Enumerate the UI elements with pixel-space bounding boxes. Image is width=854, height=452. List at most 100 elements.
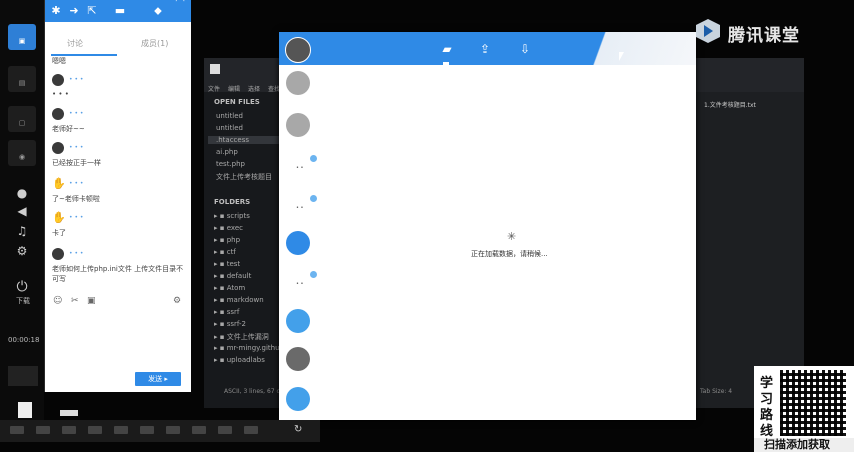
contact-avatar[interactable] [286, 113, 310, 137]
raise-hand-icon: ✋ [52, 177, 66, 190]
active-tab-indicator [443, 62, 449, 65]
contact-avatar[interactable] [286, 231, 310, 255]
msg-sender: • • • [69, 180, 84, 187]
camera-button[interactable]: ◉ [8, 140, 36, 166]
contact-avatar[interactable]: • • [286, 195, 317, 219]
taskbar-item[interactable] [36, 426, 50, 434]
taskbar-item[interactable] [114, 426, 128, 434]
app-icon [210, 64, 220, 74]
chat-message: 老师如何上传php.ini文件 上传文件目录不可写 [52, 265, 184, 283]
chat-title-bar: ✱ ➜ ⇱ ▬ ⬥ ◠ [45, 0, 191, 22]
contact-avatar[interactable]: • • [286, 271, 317, 295]
window-button[interactable]: ▢ [8, 106, 36, 132]
arrow-right-icon[interactable]: ➜ [67, 4, 81, 18]
open-file[interactable]: untitled [216, 112, 243, 120]
camera-icon: ◉ [18, 153, 26, 161]
chat-message: 了~老师卡顿啦 [52, 195, 100, 203]
open-file-active[interactable]: .htaccess [208, 136, 286, 144]
folder-item[interactable]: ▸ ▪ uploadlabs [214, 356, 265, 364]
brand-name: 腾讯课堂 [728, 26, 800, 46]
minimize-icon[interactable]: ▬ [113, 4, 127, 18]
file-dialog: ▰ ⇪ ⇩ • • • • • • ✳ 正在加载数据，请稍候... [279, 32, 696, 420]
folder-item[interactable]: ▸ ▪ 文件上传漏洞 [214, 332, 269, 342]
loading-text: 正在加载数据，请稍候... [471, 250, 548, 258]
msg-sender: • • • [69, 214, 84, 221]
taskbar-item[interactable] [218, 426, 232, 434]
pin-icon[interactable]: ⬥ [151, 4, 165, 18]
rail-footer-button[interactable] [8, 366, 38, 386]
chat-message: 卡了 [52, 229, 66, 237]
folder-item[interactable]: ▸ ▪ ctf [214, 248, 236, 256]
share-screen-button[interactable]: ▣ [8, 24, 36, 50]
external-icon[interactable]: ⇱ [85, 4, 99, 18]
folder-item[interactable]: ▸ ▪ ssrf [214, 308, 239, 316]
contact-list: • • • • • • [279, 65, 317, 420]
folder-item[interactable]: ▸ ▪ exec [214, 224, 243, 232]
desktop-file-icon[interactable] [18, 402, 32, 418]
open-file[interactable]: untitled [216, 124, 243, 132]
play-icon [704, 25, 713, 37]
folder-icon[interactable]: ▰ [439, 41, 455, 57]
taskbar-item[interactable] [62, 426, 76, 434]
chat-message: 嗯嗯 [52, 57, 66, 65]
image-icon[interactable]: ▣ [87, 296, 96, 306]
folder-item[interactable]: ▸ ▪ ssrf-2 [214, 320, 246, 328]
contact-avatar[interactable] [286, 347, 310, 371]
folder-item[interactable]: ▸ ▪ Atom [214, 284, 245, 292]
taskbar-item[interactable] [140, 426, 154, 434]
msg-sender: • • • [69, 144, 84, 151]
gear-icon[interactable]: ✱ [49, 4, 63, 18]
refresh-icon[interactable]: ↻ [294, 424, 302, 435]
speaker-icon[interactable]: ◀ [15, 204, 29, 218]
tab-size-indicator[interactable]: Tab Size: 4 [700, 388, 732, 395]
scissors-icon[interactable]: ✂ [71, 296, 79, 306]
tab-discussion[interactable]: 讨论 [67, 38, 83, 49]
folders-title: FOLDERS [214, 198, 251, 206]
desktop-label [60, 410, 78, 416]
taskbar-item[interactable] [10, 426, 24, 434]
close-icon[interactable]: ◠ [173, 0, 187, 8]
open-file[interactable]: ai.php [216, 148, 238, 156]
power-icon[interactable]: ⏻ [15, 280, 29, 294]
mic-icon[interactable]: ● [15, 186, 29, 200]
contact-avatar[interactable] [286, 309, 310, 333]
open-file[interactable]: test.php [216, 160, 245, 168]
editor-tab[interactable]: 1.文件考核题目.txt [704, 100, 756, 109]
taskbar-item[interactable] [192, 426, 206, 434]
avatar [52, 108, 64, 120]
music-icon[interactable]: ♫ [15, 224, 29, 238]
folder-item[interactable]: ▸ ▪ default [214, 272, 251, 280]
send-button[interactable]: 发送 ▸ [135, 372, 181, 386]
taskbar-item[interactable] [88, 426, 102, 434]
taskbar-item[interactable] [244, 426, 258, 434]
class-timer: 00:00:18 [8, 336, 40, 344]
open-file[interactable]: 文件上传考核题目 [216, 172, 272, 182]
folder-item[interactable]: ▸ ▪ scripts [214, 212, 250, 220]
folder-item[interactable]: ▸ ▪ test [214, 260, 240, 268]
tab-members[interactable]: 成员(1) [141, 38, 168, 49]
settings-icon[interactable]: ⚙ [15, 244, 29, 258]
loading-spinner-icon: ✳ [507, 230, 517, 243]
contact-avatar[interactable] [286, 387, 310, 411]
emoji-icon[interactable]: ☺ [53, 296, 62, 306]
download-label: 下载 [16, 297, 30, 305]
chat-message: 老师好~~ [52, 125, 85, 133]
upload-icon[interactable]: ⇪ [477, 41, 493, 57]
ppt-icon: ▤ [18, 79, 26, 87]
taskbar-item[interactable] [166, 426, 180, 434]
chat-message: 已经按正手一样 [52, 159, 101, 167]
folder-item[interactable]: ▸ ▪ php [214, 236, 240, 244]
contact-avatar[interactable] [286, 71, 310, 95]
avatar [52, 74, 64, 86]
chat-input[interactable] [45, 310, 191, 366]
contact-avatar[interactable]: • • [286, 155, 317, 179]
download-icon[interactable]: ⇩ [517, 41, 533, 57]
settings-small-icon[interactable]: ⚙ [173, 296, 181, 306]
msg-sender: • • • [69, 250, 84, 257]
left-rail: ▣ ▤ ▢ ◉ ● ◀ ♫ ⚙ ⏻ 下载 00:00:18 [0, 0, 44, 420]
folder-item[interactable]: ▸ ▪ markdown [214, 296, 264, 304]
raise-hand-icon: ✋ [52, 211, 66, 224]
ppt-button[interactable]: ▤ [8, 66, 36, 92]
avatar [52, 142, 64, 154]
avatar[interactable] [285, 37, 311, 63]
